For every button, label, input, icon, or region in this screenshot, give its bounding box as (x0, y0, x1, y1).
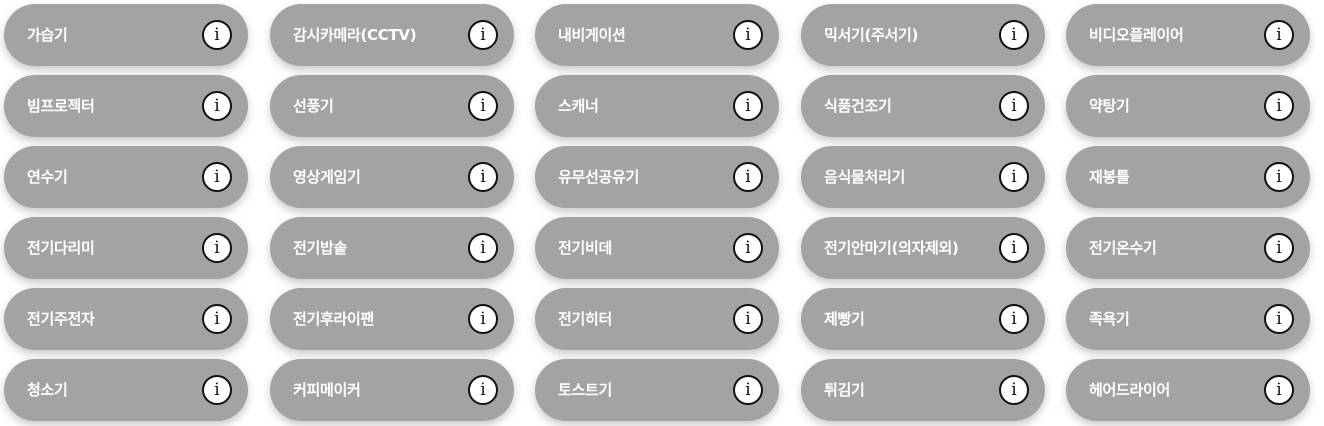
category-button[interactable]: 족욕기 i (1066, 288, 1310, 350)
info-icon[interactable]: i (733, 91, 763, 121)
category-button[interactable]: 믹서기(주서기) i (801, 4, 1045, 66)
info-icon[interactable]: i (468, 91, 498, 121)
info-icon[interactable]: i (733, 304, 763, 334)
category-label: 재봉틀 (1089, 168, 1130, 186)
info-icon[interactable]: i (468, 304, 498, 334)
category-label: 약탕기 (1089, 97, 1130, 115)
category-button[interactable]: 내비게이션 i (535, 4, 779, 66)
category-button[interactable]: 빔프로젝터 i (4, 75, 248, 137)
info-icon[interactable]: i (1264, 20, 1294, 50)
category-label: 헤어드라이어 (1089, 381, 1171, 399)
category-label: 감시카메라(CCTV) (293, 26, 417, 44)
info-icon[interactable]: i (468, 162, 498, 192)
category-button[interactable]: 비디오플레이어 i (1066, 4, 1310, 66)
info-icon[interactable]: i (999, 20, 1029, 50)
info-icon[interactable]: i (202, 304, 232, 334)
category-label: 청소기 (27, 381, 68, 399)
info-icon[interactable]: i (1264, 375, 1294, 405)
info-icon[interactable]: i (1264, 233, 1294, 263)
category-button[interactable]: 스캐너 i (535, 75, 779, 137)
category-label: 가습기 (27, 26, 68, 44)
category-button[interactable]: 유무선공유기 i (535, 146, 779, 208)
category-button[interactable]: 영상게임기 i (270, 146, 514, 208)
category-button[interactable]: 전기후라이팬 i (270, 288, 514, 350)
category-label: 전기안마기(의자제외) (824, 239, 959, 257)
category-button[interactable]: 선풍기 i (270, 75, 514, 137)
category-button[interactable]: 전기밥솥 i (270, 217, 514, 279)
category-label: 내비게이션 (558, 26, 626, 44)
category-button[interactable]: 제빵기 i (801, 288, 1045, 350)
category-button[interactable]: 전기히터 i (535, 288, 779, 350)
info-icon[interactable]: i (999, 233, 1029, 263)
info-icon[interactable]: i (999, 375, 1029, 405)
category-button[interactable]: 전기안마기(의자제외) i (801, 217, 1045, 279)
category-label: 음식물처리기 (824, 168, 906, 186)
category-button[interactable]: 커피메이커 i (270, 359, 514, 421)
category-button[interactable]: 식품건조기 i (801, 75, 1045, 137)
info-icon[interactable]: i (733, 162, 763, 192)
category-button[interactable]: 청소기 i (4, 359, 248, 421)
category-button[interactable]: 약탕기 i (1066, 75, 1310, 137)
category-label: 제빵기 (824, 310, 865, 328)
category-label: 전기밥솥 (293, 239, 348, 257)
info-icon[interactable]: i (202, 20, 232, 50)
info-icon[interactable]: i (468, 233, 498, 263)
category-label: 전기주전자 (27, 310, 95, 328)
category-button[interactable]: 전기온수기 i (1066, 217, 1310, 279)
category-label: 족욕기 (1089, 310, 1130, 328)
info-icon[interactable]: i (468, 375, 498, 405)
info-icon[interactable]: i (1264, 91, 1294, 121)
category-label: 연수기 (27, 168, 68, 186)
info-icon[interactable]: i (733, 375, 763, 405)
info-icon[interactable]: i (1264, 162, 1294, 192)
info-icon[interactable]: i (202, 91, 232, 121)
category-label: 전기히터 (558, 310, 613, 328)
info-icon[interactable]: i (468, 20, 498, 50)
category-button[interactable]: 연수기 i (4, 146, 248, 208)
info-icon[interactable]: i (999, 162, 1029, 192)
category-label: 스캐너 (558, 97, 599, 115)
category-label: 토스트기 (558, 381, 613, 399)
category-label: 선풍기 (293, 97, 334, 115)
category-label: 전기다리미 (27, 239, 95, 257)
info-icon[interactable]: i (999, 91, 1029, 121)
category-button[interactable]: 가습기 i (4, 4, 248, 66)
category-label: 커피메이커 (293, 381, 361, 399)
category-label: 빔프로젝터 (27, 97, 95, 115)
category-label: 전기비데 (558, 239, 613, 257)
category-button[interactable]: 헤어드라이어 i (1066, 359, 1310, 421)
info-icon[interactable]: i (733, 20, 763, 50)
category-label: 비디오플레이어 (1089, 26, 1184, 44)
category-label: 식품건조기 (824, 97, 892, 115)
info-icon[interactable]: i (999, 304, 1029, 334)
category-label: 전기후라이팬 (293, 310, 375, 328)
info-icon[interactable]: i (1264, 304, 1294, 334)
category-button[interactable]: 감시카메라(CCTV) i (270, 4, 514, 66)
info-icon[interactable]: i (202, 233, 232, 263)
category-label: 전기온수기 (1089, 239, 1157, 257)
info-icon[interactable]: i (733, 233, 763, 263)
category-button[interactable]: 음식물처리기 i (801, 146, 1045, 208)
category-button[interactable]: 튀김기 i (801, 359, 1045, 421)
category-button[interactable]: 재봉틀 i (1066, 146, 1310, 208)
info-icon[interactable]: i (202, 162, 232, 192)
category-button[interactable]: 토스트기 i (535, 359, 779, 421)
category-label: 믹서기(주서기) (824, 26, 919, 44)
category-label: 영상게임기 (293, 168, 361, 186)
category-button[interactable]: 전기비데 i (535, 217, 779, 279)
category-label: 튀김기 (824, 381, 865, 399)
category-button[interactable]: 전기주전자 i (4, 288, 248, 350)
category-grid: 가습기 i 감시카메라(CCTV) i 내비게이션 i 믹서기(주서기) i 비디오플레이어 i 빔… (0, 0, 1324, 426)
category-label: 유무선공유기 (558, 168, 640, 186)
info-icon[interactable]: i (202, 375, 232, 405)
category-button[interactable]: 전기다리미 i (4, 217, 248, 279)
